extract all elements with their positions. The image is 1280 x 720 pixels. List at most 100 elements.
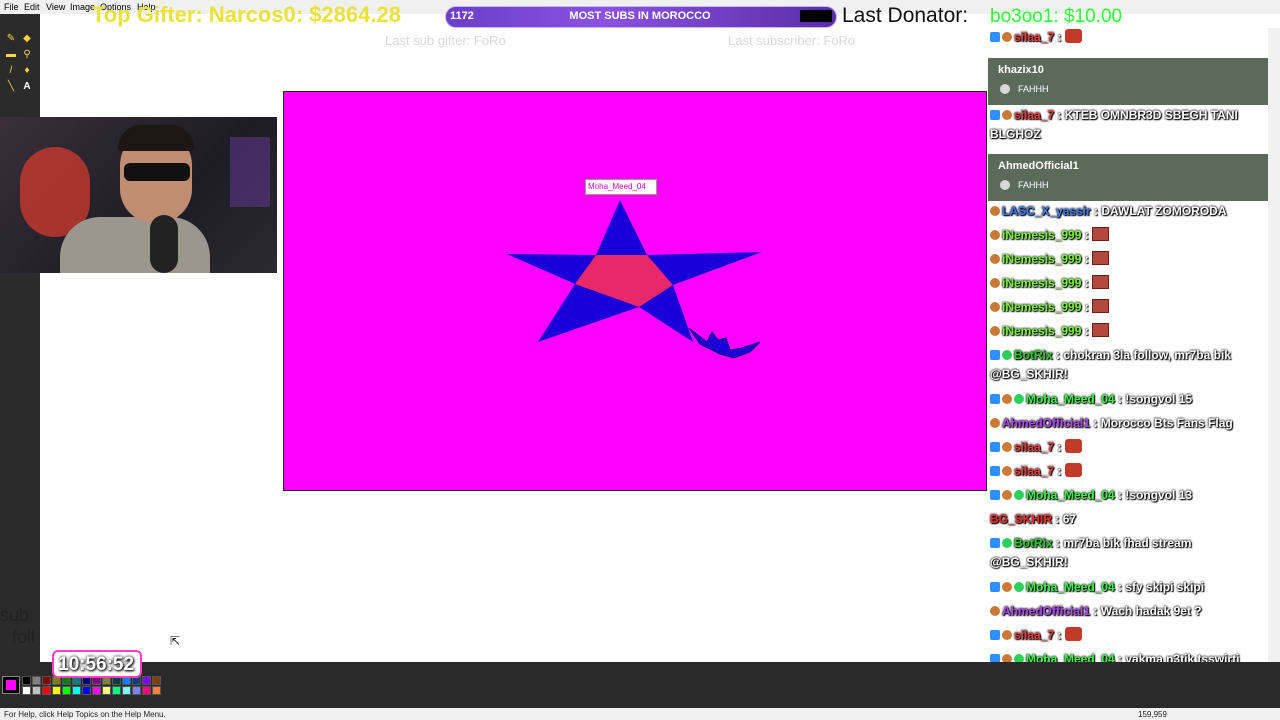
chat-message: BotRix : chokran 3la follow, mr7ba bik @… — [990, 346, 1266, 384]
chat-username[interactable]: iNemesis_999 — [1002, 276, 1081, 290]
chat-username[interactable]: Moha_Meed_04 — [1026, 580, 1115, 594]
chat-emote-icon — [1064, 463, 1082, 477]
sunglasses — [124, 163, 190, 181]
last-donator-value: bo3oo1: $10.00 — [990, 6, 1123, 27]
chat-username[interactable]: Moha_Meed_04 — [1026, 488, 1115, 502]
palette-color-swatch[interactable] — [152, 676, 161, 685]
menu-view[interactable]: View — [46, 2, 65, 12]
orange-badge-icon — [990, 254, 1000, 264]
palette-color-swatch[interactable] — [122, 686, 131, 695]
palette-color-swatch[interactable] — [112, 686, 121, 695]
line-tool-icon[interactable]: ╲ — [4, 80, 18, 93]
chat-separator: : — [1090, 416, 1101, 430]
palette-color-swatch[interactable] — [32, 686, 41, 695]
follow-heart-icon — [1000, 84, 1010, 94]
chat-username[interactable]: iNemesis_999 — [1002, 228, 1081, 242]
chat-username[interactable]: LASC_X_yassir — [1002, 204, 1091, 218]
chat-username[interactable]: silaa_7 — [1014, 440, 1054, 454]
orange-badge-icon — [1002, 32, 1012, 42]
orange-badge-icon — [1002, 110, 1012, 120]
airbrush-tool-icon[interactable]: ♦ — [20, 64, 34, 77]
fill-tool-icon[interactable]: ◆ — [20, 32, 34, 45]
chat-username[interactable]: silaa_7 — [1014, 628, 1054, 642]
chat-message: iNemesis_999 : — [990, 274, 1266, 293]
palette-color-swatch[interactable] — [132, 686, 141, 695]
chat-username[interactable]: silaa_7 — [1014, 464, 1054, 478]
orange-badge-icon — [1002, 466, 1012, 476]
chat-username[interactable]: silaa_7 — [1014, 108, 1054, 122]
chat-separator: : — [1114, 488, 1126, 502]
chat-separator: : — [1054, 30, 1065, 44]
chat-username[interactable]: iNemesis_999 — [1002, 300, 1081, 314]
orange-badge-icon — [1002, 630, 1012, 640]
chat-emote-icon — [1064, 627, 1082, 641]
palette-color-swatch[interactable] — [142, 686, 151, 695]
blue-badge-icon — [990, 538, 1000, 548]
palette-color-swatch[interactable] — [22, 686, 31, 695]
chat-username[interactable]: silaa_7 — [1014, 30, 1054, 44]
sub-follow-text: sub foll — [0, 604, 35, 648]
palette-color-swatch[interactable] — [152, 686, 161, 695]
blue-badge-icon — [990, 490, 1000, 500]
paint-canvas[interactable] — [283, 91, 987, 491]
vertical-scrollbar[interactable] — [1268, 28, 1280, 662]
chat-separator: : — [1090, 204, 1102, 218]
palette-color-swatch[interactable] — [102, 686, 111, 695]
palette-color-swatch[interactable] — [72, 686, 81, 695]
status-help-text: For Help, click Help Topics on the Help … — [4, 710, 166, 719]
palette-color-swatch[interactable] — [142, 676, 151, 685]
palette-color-swatch[interactable] — [82, 686, 91, 695]
orange-badge-icon — [1002, 490, 1012, 500]
chat-emote-icon — [1064, 29, 1082, 43]
text-tool-icon[interactable]: A — [20, 80, 34, 93]
chat-separator: : — [1081, 228, 1093, 242]
green-badge-icon — [1014, 394, 1024, 404]
pencil-tool-icon[interactable]: ✎ — [4, 32, 18, 45]
secondary-color-swatch[interactable] — [6, 680, 16, 690]
chat-username[interactable]: Moha_Meed_04 — [1026, 392, 1115, 406]
eraser-tool-icon[interactable]: ▬ — [4, 48, 18, 61]
chat-username[interactable]: BotRix — [1014, 536, 1053, 550]
color-palette-bar — [0, 662, 1280, 708]
picker-tool-icon[interactable]: ⚲ — [20, 48, 34, 61]
chat-message: Moha_Meed_04 : !songvol 15 — [990, 390, 1266, 409]
chat-username[interactable]: AhmedOfficial1 — [1002, 604, 1090, 618]
palette-color-swatch[interactable] — [92, 686, 101, 695]
chat-separator: : — [1054, 628, 1065, 642]
chat-text: !songvol 15 — [1125, 392, 1193, 406]
chat-text: 67 — [1062, 512, 1077, 526]
last-subscriber-text: Last subscriber: FoRo — [728, 33, 856, 48]
chat-separator: : — [1114, 392, 1126, 406]
status-coords: 159,959 — [1138, 710, 1167, 719]
chat-message: silaa_7 : — [990, 28, 1266, 47]
chat-message: Moha_Meed_04 : !songvol 13 — [990, 486, 1266, 505]
chat-separator: : — [1054, 108, 1065, 122]
palette-color-swatch[interactable] — [62, 686, 71, 695]
green-badge-icon — [1014, 490, 1024, 500]
chat-separator: : — [1052, 348, 1064, 362]
follow-alert: AhmedOfficial1 FAHHH — [988, 154, 1268, 201]
chat-username[interactable]: BG_SKHIR — [990, 512, 1052, 526]
orange-badge-icon — [1002, 582, 1012, 592]
menu-file[interactable]: File — [4, 2, 19, 12]
orange-badge-icon — [1002, 442, 1012, 452]
green-badge-icon — [1014, 582, 1024, 592]
orange-badge-icon — [990, 278, 1000, 288]
palette-color-swatch[interactable] — [52, 686, 61, 695]
chat-username[interactable]: iNemesis_999 — [1002, 324, 1081, 338]
palette-color-swatch[interactable] — [42, 676, 51, 685]
menu-edit[interactable]: Edit — [24, 2, 40, 12]
palette-color-swatch[interactable] — [42, 686, 51, 695]
sub-goal-bar-end — [800, 10, 832, 22]
chat-username[interactable]: iNemesis_999 — [1002, 252, 1081, 266]
chat-username[interactable]: BotRix — [1014, 348, 1053, 362]
palette-color-swatch[interactable] — [22, 676, 31, 685]
orange-badge-icon — [1002, 394, 1012, 404]
palette-color-swatch[interactable] — [32, 676, 41, 685]
brush-tool-icon[interactable]: / — [4, 64, 18, 77]
chat-username[interactable]: AhmedOfficial1 — [1002, 416, 1090, 430]
last-donator-label: Last Donator: — [842, 4, 969, 27]
chat-message: iNemesis_999 : — [990, 226, 1266, 245]
blue-badge-icon — [990, 32, 1000, 42]
chat-separator: : — [1054, 464, 1065, 478]
